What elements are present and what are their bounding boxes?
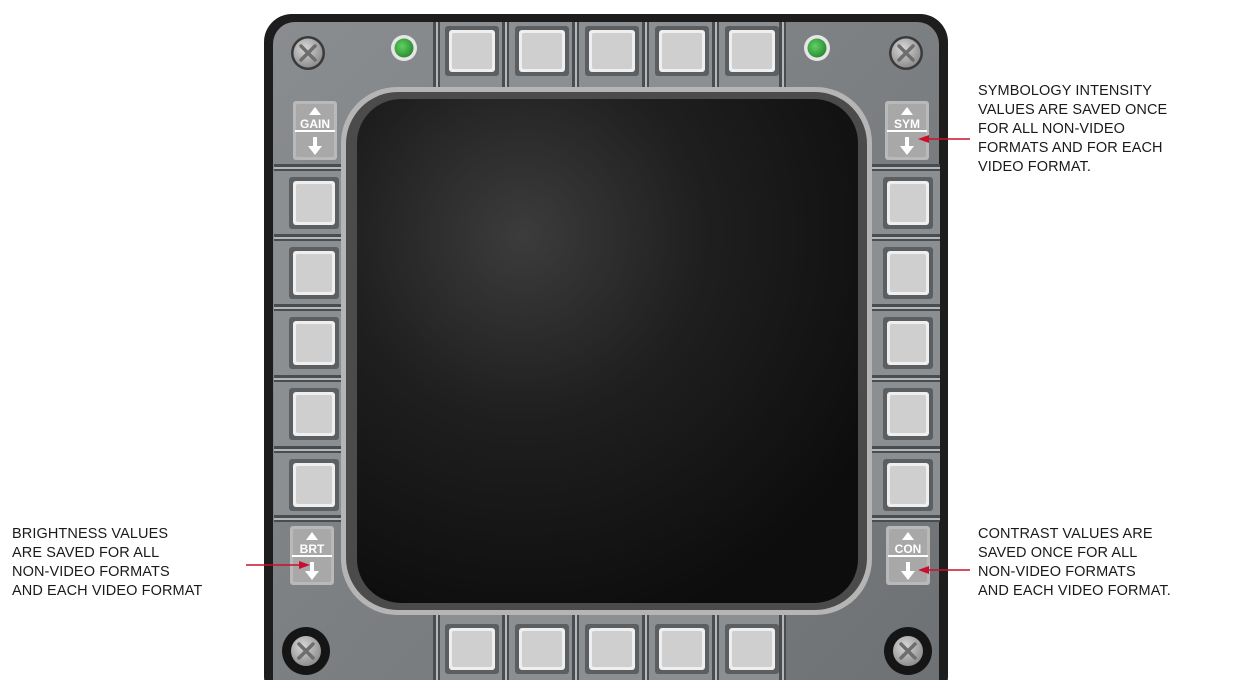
note-line: CONTRAST VALUES ARE — [978, 526, 1153, 542]
bottom-button-row — [433, 608, 786, 680]
screw-icon — [884, 627, 932, 675]
bottom-soft-key-4[interactable] — [655, 624, 709, 674]
ridge-highlight — [782, 608, 784, 680]
sym-rocker[interactable]: SYM — [885, 101, 929, 160]
ridge-highlight — [505, 22, 507, 88]
top-soft-key-4[interactable] — [655, 26, 709, 76]
right-soft-key-1[interactable] — [883, 177, 933, 229]
ridge-highlight — [274, 167, 348, 169]
ridge-highlight — [274, 307, 348, 309]
ridge-highlight — [274, 378, 348, 380]
top-soft-key-3[interactable] — [585, 26, 639, 76]
ridge-highlight — [575, 608, 577, 680]
ridge-highlight — [575, 22, 577, 88]
left-button-column — [274, 164, 348, 522]
ridge-highlight — [505, 608, 507, 680]
contrast-note: CONTRAST VALUES ARE SAVED ONCE FOR ALL N… — [978, 525, 1171, 601]
right-button-column — [866, 164, 940, 522]
note-line: NON-VIDEO FORMATS — [12, 564, 170, 580]
top-soft-key-1[interactable] — [445, 26, 499, 76]
symbology-note: SYMBOLOGY INTENSITY VALUES ARE SAVED ONC… — [978, 82, 1167, 177]
right-soft-key-5[interactable] — [883, 459, 933, 511]
indicator-light-icon — [391, 35, 417, 61]
bottom-soft-key-2[interactable] — [515, 624, 569, 674]
note-line: SAVED ONCE FOR ALL — [978, 545, 1138, 561]
ridge-highlight — [274, 237, 348, 239]
sym-label: SYM — [894, 117, 920, 131]
ridge-highlight — [715, 608, 717, 680]
note-line: ARE SAVED FOR ALL — [12, 545, 160, 561]
ridge-highlight — [866, 518, 940, 520]
note-line: VIDEO FORMAT. — [978, 159, 1092, 175]
right-soft-key-2[interactable] — [883, 247, 933, 299]
top-soft-key-2[interactable] — [515, 26, 569, 76]
ridge-highlight — [436, 608, 438, 680]
right-soft-key-4[interactable] — [883, 388, 933, 440]
ridge-highlight — [274, 449, 348, 451]
left-soft-key-2[interactable] — [289, 247, 339, 299]
screw-icon — [282, 627, 330, 675]
bottom-soft-key-1[interactable] — [445, 624, 499, 674]
left-soft-key-3[interactable] — [289, 317, 339, 369]
ridge-highlight — [866, 378, 940, 380]
note-line: AND EACH VIDEO FORMAT — [12, 583, 203, 599]
indicator-light-icon — [804, 35, 830, 61]
ridge-highlight — [866, 307, 940, 309]
display-screen — [357, 99, 858, 603]
ridge-highlight — [274, 518, 348, 520]
left-soft-key-1[interactable] — [289, 177, 339, 229]
right-soft-key-3[interactable] — [883, 317, 933, 369]
ridge-highlight — [782, 22, 784, 88]
ridge-highlight — [645, 608, 647, 680]
ridge-highlight — [715, 22, 717, 88]
note-line: FOR ALL NON-VIDEO — [978, 121, 1125, 137]
left-soft-key-4[interactable] — [289, 388, 339, 440]
brightness-note: BRIGHTNESS VALUES ARE SAVED FOR ALL NON-… — [12, 525, 202, 601]
left-soft-key-5[interactable] — [289, 459, 339, 511]
note-line: BRIGHTNESS VALUES — [12, 526, 169, 542]
con-label: CON — [895, 542, 922, 556]
bottom-soft-key-5[interactable] — [725, 624, 779, 674]
gain-rocker[interactable]: GAIN — [293, 101, 337, 160]
bottom-soft-key-3[interactable] — [585, 624, 639, 674]
screw-icon — [291, 36, 325, 70]
brt-label: BRT — [300, 542, 325, 556]
brt-rocker[interactable]: BRT — [290, 526, 334, 585]
note-line: NON-VIDEO FORMATS — [978, 564, 1136, 580]
ridge-highlight — [645, 22, 647, 88]
note-line: FORMATS AND FOR EACH — [978, 140, 1163, 156]
con-rocker[interactable]: CON — [886, 526, 930, 585]
note-line: SYMBOLOGY INTENSITY — [978, 83, 1153, 99]
ridge-highlight — [866, 167, 940, 169]
top-soft-key-5[interactable] — [725, 26, 779, 76]
note-line: AND EACH VIDEO FORMAT. — [978, 583, 1171, 599]
note-line: VALUES ARE SAVED ONCE — [978, 102, 1168, 118]
top-button-row — [433, 22, 786, 88]
ridge-highlight — [866, 449, 940, 451]
ridge-highlight — [866, 237, 940, 239]
ridge-highlight — [436, 22, 438, 88]
gain-label: GAIN — [300, 117, 330, 131]
screw-icon — [889, 36, 923, 70]
